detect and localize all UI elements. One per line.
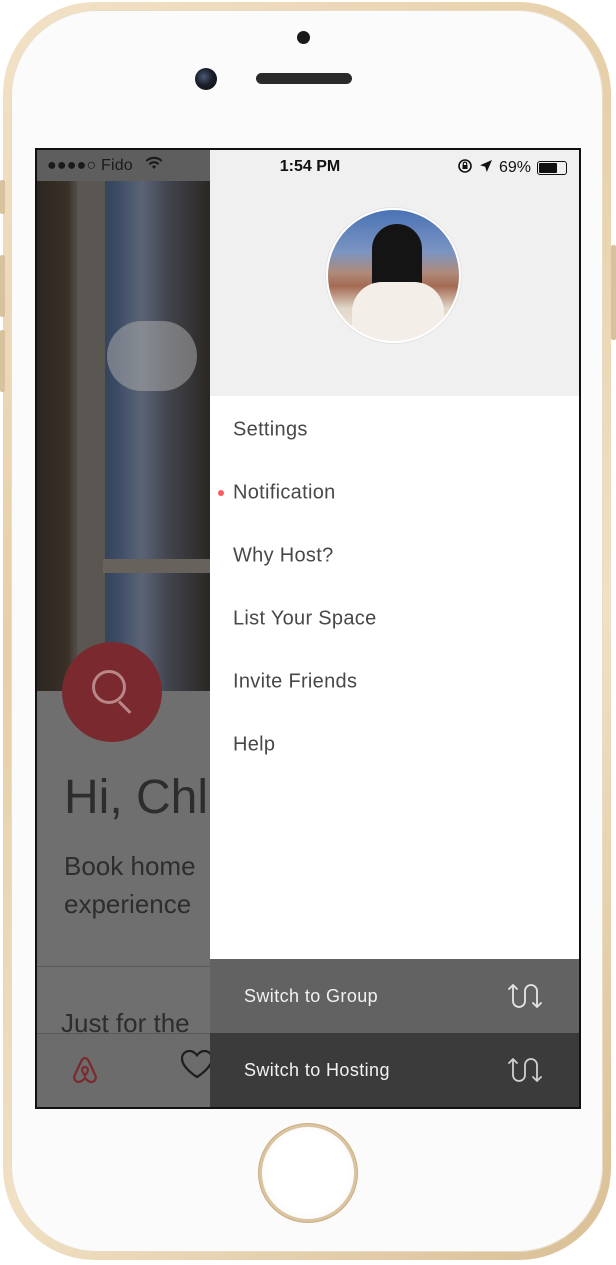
status-time: 1:54 PM bbox=[279, 158, 341, 175]
carrier-label: ●●●●○ Fido bbox=[47, 157, 133, 174]
tab-bar bbox=[37, 1033, 211, 1107]
subtitle-line-2: experience bbox=[64, 889, 192, 919]
greeting-heading: Hi, Chl bbox=[64, 771, 209, 824]
background-app[interactable]: ●●●●○ Fido Hi, Chl Book home experience … bbox=[37, 150, 211, 1107]
menu-item-help[interactable]: Help bbox=[210, 711, 579, 774]
switch-to-hosting-button[interactable]: Switch to Hosting bbox=[210, 1033, 579, 1107]
menu-item-label: Invite Friends bbox=[233, 670, 358, 693]
status-right: 69% bbox=[457, 158, 567, 178]
switch-to-group-button[interactable]: Switch to Group bbox=[210, 959, 579, 1033]
mute-switch bbox=[0, 180, 5, 214]
location-arrow-icon bbox=[479, 159, 493, 177]
side-drawer: 1:54 PM 69% Settings Notification Why Ho… bbox=[210, 150, 579, 1107]
menu-item-label: Help bbox=[233, 733, 276, 756]
front-camera bbox=[195, 68, 217, 90]
menu-item-why-host[interactable]: Why Host? bbox=[210, 522, 579, 585]
volume-up-button bbox=[0, 255, 5, 317]
menu-item-label: Notification bbox=[233, 481, 336, 504]
home-button[interactable] bbox=[262, 1127, 354, 1219]
window-frame bbox=[77, 181, 105, 691]
menu-item-list-your-space[interactable]: List Your Space bbox=[210, 585, 579, 648]
screen: ●●●●○ Fido Hi, Chl Book home experience … bbox=[37, 150, 579, 1107]
drawer-header: 1:54 PM 69% bbox=[210, 150, 579, 396]
avatar[interactable] bbox=[326, 208, 461, 343]
search-button[interactable] bbox=[62, 642, 162, 742]
menu-item-label: List Your Space bbox=[233, 607, 377, 630]
window-sill bbox=[103, 559, 211, 573]
background-status-bar: ●●●●○ Fido bbox=[37, 150, 211, 181]
menu-item-label: Settings bbox=[233, 418, 308, 441]
battery-percent: 69% bbox=[498, 159, 531, 176]
wifi-icon bbox=[145, 156, 163, 173]
menu-item-settings[interactable]: Settings bbox=[210, 396, 579, 459]
switch-arrows-icon bbox=[505, 979, 545, 1013]
cloud-shape bbox=[107, 321, 197, 391]
greeting-subtitle: Book home experience bbox=[64, 847, 196, 923]
hero-photo bbox=[37, 181, 211, 691]
divider bbox=[37, 966, 211, 967]
airbnb-logo-icon[interactable] bbox=[68, 1054, 102, 1088]
menu-item-notification[interactable]: Notification bbox=[210, 459, 579, 522]
power-button bbox=[611, 245, 616, 340]
search-icon bbox=[92, 670, 126, 704]
earpiece-speaker bbox=[256, 73, 352, 84]
rotation-lock-icon bbox=[457, 158, 473, 178]
heart-icon[interactable] bbox=[179, 1048, 211, 1089]
switch-arrows-icon bbox=[505, 1053, 545, 1087]
proximity-sensor bbox=[297, 31, 310, 44]
notification-dot bbox=[218, 490, 224, 496]
volume-down-button bbox=[0, 330, 5, 392]
drawer-menu: Settings Notification Why Host? List You… bbox=[210, 396, 579, 774]
switch-to-hosting-label: Switch to Hosting bbox=[244, 1059, 390, 1080]
switch-to-group-label: Switch to Group bbox=[244, 985, 379, 1006]
battery-icon bbox=[537, 161, 567, 175]
subtitle-line-1: Book home bbox=[64, 851, 196, 881]
menu-item-label: Why Host? bbox=[233, 544, 334, 567]
menu-item-invite-friends[interactable]: Invite Friends bbox=[210, 648, 579, 711]
